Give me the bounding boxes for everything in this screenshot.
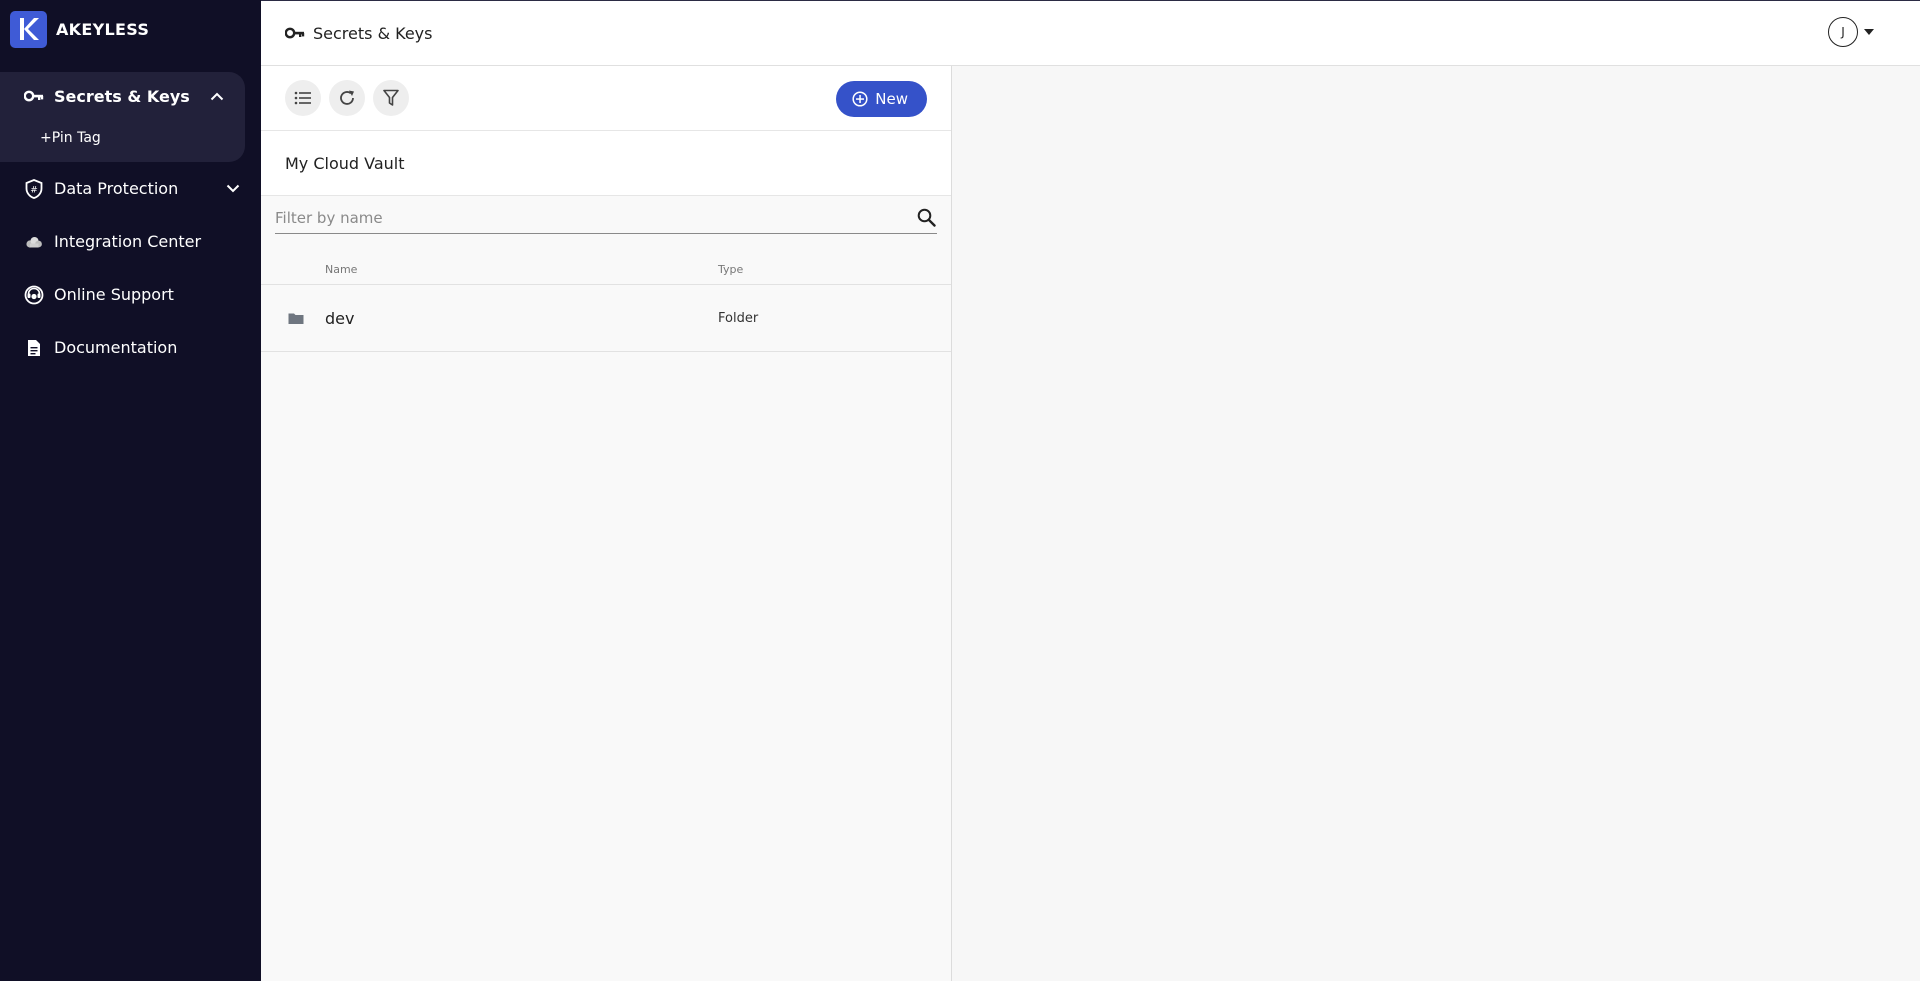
column-header-name[interactable]: Name [325, 263, 718, 276]
filter-icon [383, 89, 399, 106]
sidebar-item-documentation[interactable]: Documentation [0, 321, 261, 374]
caret-down-icon[interactable] [1864, 29, 1874, 35]
detail-pane [952, 66, 1920, 981]
sidebar-item-data-protection[interactable]: # Data Protection [0, 162, 261, 215]
brand-name: AKEYLESS [56, 19, 150, 39]
table-row[interactable]: dev Folder [261, 285, 951, 352]
search-icon[interactable] [915, 207, 937, 229]
toolbar: New [261, 66, 951, 131]
app-window: AKEYLESS Secrets & Keys +Pin Tag # Data … [0, 0, 1920, 981]
sidebar-item-label: Online Support [54, 285, 174, 304]
sidebar-item-label: Documentation [54, 338, 178, 357]
main-area: Secrets & Keys J New My Cloud Vault Filt… [261, 0, 1920, 981]
sidebar-item-secrets-keys[interactable]: Secrets & Keys [0, 72, 245, 120]
shield-icon: # [24, 178, 44, 199]
key-icon [285, 27, 305, 39]
table-header: Name Type [261, 244, 951, 285]
nav-list: # Data Protection Integration Center Onl… [0, 162, 261, 374]
list-view-button[interactable] [285, 80, 321, 116]
document-icon [24, 338, 44, 358]
k-logo-icon [19, 18, 39, 40]
sidebar-item-online-support[interactable]: Online Support [0, 268, 261, 321]
sidebar-subitem-label: +Pin Tag [40, 130, 101, 146]
nav-group-secrets: Secrets & Keys +Pin Tag [0, 72, 245, 162]
content: New My Cloud Vault Filter by name Name T… [261, 66, 1920, 981]
add-circle-icon [852, 91, 868, 107]
filter-input[interactable] [275, 208, 915, 227]
search-row [261, 196, 951, 238]
row-type: Folder [718, 310, 759, 326]
refresh-icon [340, 90, 354, 105]
avatar[interactable]: J [1828, 17, 1858, 47]
brand-logo [10, 10, 47, 48]
items-list-pane: New My Cloud Vault Filter by name Name T… [261, 66, 952, 981]
sidebar-subitem-pin-tag[interactable]: +Pin Tag [0, 120, 245, 156]
folder-icon [261, 312, 325, 325]
svg-text:#: # [30, 185, 38, 195]
sidebar: AKEYLESS Secrets & Keys +Pin Tag # Data … [0, 0, 261, 981]
column-header-type[interactable]: Type [718, 263, 951, 276]
list-icon [294, 91, 311, 105]
support-icon [24, 285, 44, 305]
row-name: dev [325, 308, 355, 328]
key-icon [24, 86, 44, 106]
vault-title: My Cloud Vault [261, 131, 951, 196]
filter-button[interactable] [373, 80, 409, 116]
sidebar-item-label: Secrets & Keys [54, 86, 190, 106]
user-menu[interactable]: J [1828, 17, 1874, 47]
search-box [275, 202, 937, 234]
new-button-label: New [875, 90, 908, 108]
brand[interactable]: AKEYLESS [0, 0, 261, 58]
sidebar-item-label: Data Protection [54, 179, 179, 198]
sidebar-item-integration-center[interactable]: Integration Center [0, 215, 261, 268]
topbar: Secrets & Keys J [261, 1, 1920, 66]
page-title: Secrets & Keys [313, 23, 433, 43]
refresh-button[interactable] [329, 80, 365, 116]
chevron-down-icon[interactable] [225, 181, 241, 197]
chevron-up-icon[interactable] [209, 88, 225, 104]
new-button[interactable]: New [836, 81, 927, 117]
sidebar-item-label: Integration Center [54, 232, 202, 251]
cloud-icon [24, 232, 44, 252]
